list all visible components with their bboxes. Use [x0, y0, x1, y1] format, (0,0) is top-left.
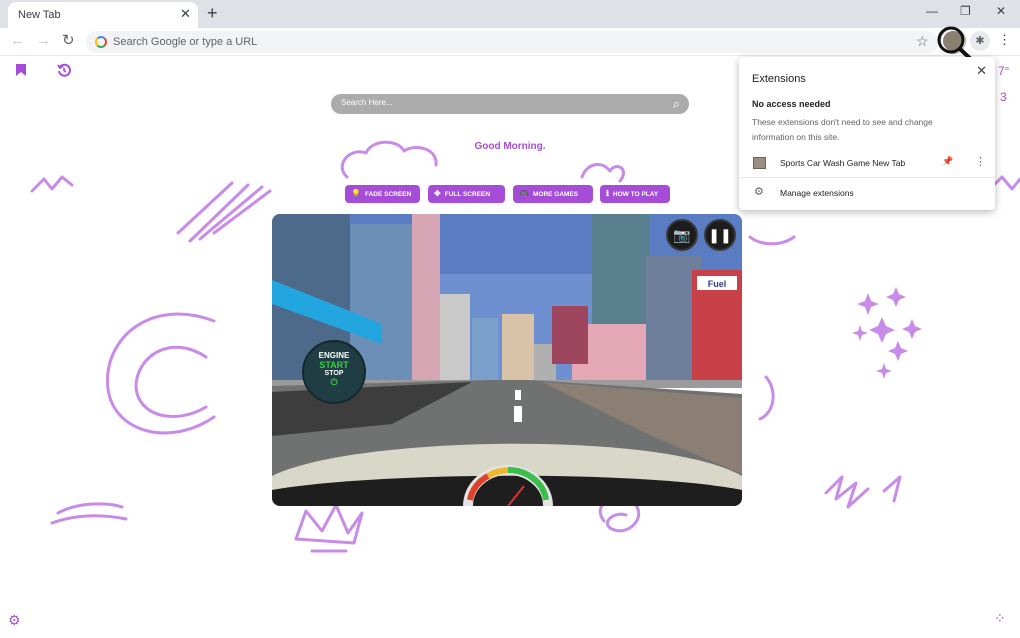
search-input[interactable]: Search Here... ⌕: [331, 94, 689, 114]
more-games-button[interactable]: 🎮 MORE GAMES: [513, 185, 593, 203]
minimize-button[interactable]: —: [926, 4, 938, 18]
fuel-billboard: Fuel: [708, 279, 727, 289]
apps-grid-icon[interactable]: ⁘: [994, 610, 1006, 627]
pause-button[interactable]: ❚❚: [704, 219, 736, 251]
lightbulb-icon: 💡: [351, 189, 361, 198]
tab-close-icon[interactable]: ✕: [180, 7, 191, 21]
popup-divider: [739, 177, 995, 178]
screenshot-camera-button[interactable]: 📷: [666, 219, 698, 251]
search-icon[interactable]: ⌕: [673, 96, 680, 111]
google-icon: [95, 36, 107, 48]
window-close-button[interactable]: ✕: [996, 4, 1006, 18]
weather-temp-partial: 7°: [998, 64, 1010, 78]
reload-button[interactable]: ↻: [62, 33, 75, 49]
no-access-heading: No access needed: [752, 99, 831, 109]
bookmark-icon[interactable]: [15, 63, 27, 77]
more-games-label: MORE GAMES: [532, 191, 579, 198]
extensions-puzzle-icon[interactable]: ✱: [970, 31, 990, 51]
tab-title: New Tab: [18, 9, 61, 21]
no-access-description: These extensions don't need to see and c…: [752, 117, 933, 142]
manage-gear-icon: ⚙: [754, 186, 764, 198]
engine-label: ENGINE: [318, 351, 350, 360]
history-icon[interactable]: [57, 63, 71, 77]
fade-screen-button[interactable]: 💡 FADE SCREEN: [345, 185, 420, 203]
extension-icon: [753, 157, 766, 169]
extensions-popup: Extensions ✕ No access needed These exte…: [739, 57, 995, 210]
engine-start-stop-button[interactable]: ENGINE START STOP ⏻: [302, 340, 366, 404]
start-label: START: [319, 360, 349, 370]
settings-gear-icon[interactable]: ⚙: [8, 612, 21, 629]
pin-icon[interactable]: 📌: [942, 156, 953, 167]
browser-toolbar: ← → ↻ Search Google or type a URL ☆: [0, 28, 1020, 56]
new-tab-button[interactable]: +: [207, 3, 218, 23]
game-canvas[interactable]: Fuel 📷 ❚❚ ENGINE START STOP ⏻: [272, 214, 742, 506]
how-to-play-button[interactable]: ℹ HOW TO PLAY: [600, 185, 670, 203]
info-icon: ℹ: [606, 189, 610, 198]
popup-title: Extensions: [752, 73, 806, 85]
extension-more-icon[interactable]: ⋮: [975, 155, 986, 168]
full-screen-button[interactable]: ✥ FULL SCREEN: [428, 185, 505, 203]
tab-new-tab[interactable]: New Tab ✕: [8, 2, 198, 28]
power-icon: ⏻: [330, 377, 338, 387]
extension-name: Sports Car Wash Game New Tab: [780, 158, 906, 168]
extension-item[interactable]: Sports Car Wash Game New Tab 📌 ⋮: [739, 152, 995, 176]
search-placeholder: Search Here...: [341, 98, 393, 107]
back-button[interactable]: ←: [10, 33, 25, 49]
address-bar-placeholder: Search Google or type a URL: [113, 36, 258, 48]
bookmark-star-icon[interactable]: ☆: [916, 33, 929, 50]
gamepad-icon: 🎮: [519, 189, 529, 198]
address-bar[interactable]: Search Google or type a URL ☆: [86, 31, 938, 53]
popup-close-icon[interactable]: ✕: [976, 63, 987, 79]
stop-label: STOP: [324, 370, 344, 377]
greeting-text: Good Morning.: [474, 141, 546, 152]
full-screen-label: FULL SCREEN: [444, 191, 491, 198]
how-to-play-label: HOW TO PLAY: [613, 191, 659, 198]
manage-extensions-link[interactable]: Manage extensions: [780, 188, 854, 198]
tab-strip: New Tab ✕ + — ❐ ✕: [0, 0, 1020, 28]
restore-button[interactable]: ❐: [960, 4, 971, 18]
fade-screen-label: FADE SCREEN: [364, 191, 412, 198]
forward-button[interactable]: →: [36, 33, 51, 49]
expand-icon: ✥: [434, 189, 441, 198]
weather-number-partial: 3: [1000, 90, 1007, 104]
browser-menu-icon[interactable]: ⋮: [998, 33, 1011, 47]
